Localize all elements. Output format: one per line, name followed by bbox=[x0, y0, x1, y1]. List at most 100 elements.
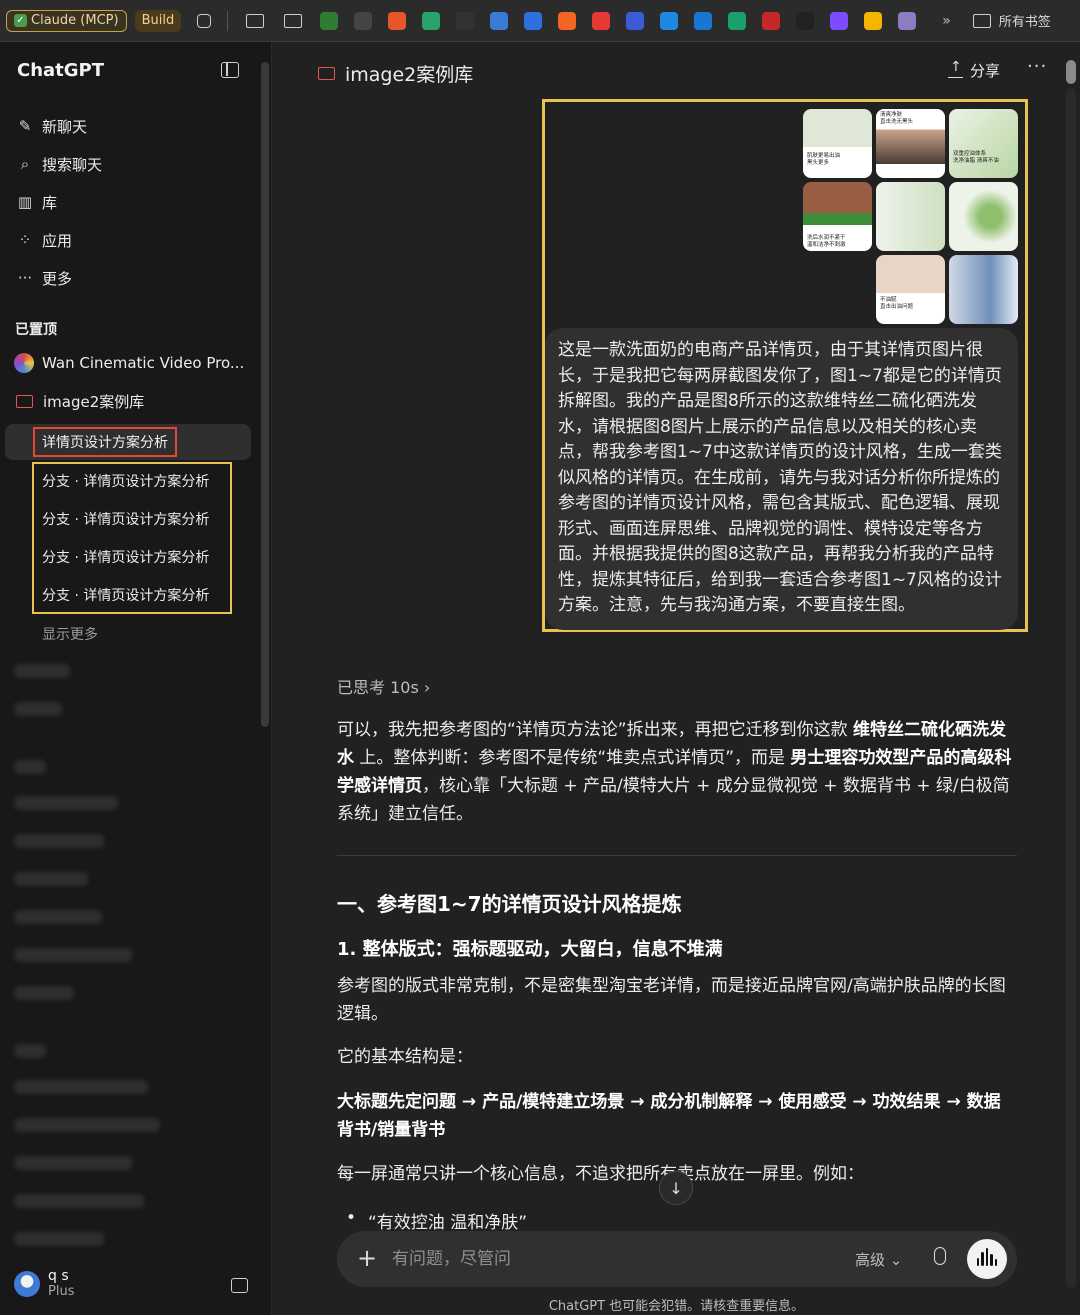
redacted-history-item[interactable] bbox=[14, 872, 88, 886]
collapse-sidebar-icon[interactable] bbox=[221, 62, 239, 78]
bookmark-site-icon[interactable] bbox=[626, 11, 645, 30]
all-bookmarks-button[interactable]: 所有书签 bbox=[972, 11, 1051, 30]
redacted-history-item[interactable] bbox=[14, 796, 118, 810]
paragraph: 参考图的版式非常克制，不是密集型淘宝老详情，而是接近品牌官网/高端护肤品牌的长图… bbox=[337, 976, 1006, 1024]
attached-image[interactable]: 清爽净肤 直击洗无黑头 bbox=[876, 109, 945, 178]
branch-chat-item[interactable]: 分支 · 详情页设计方案分析 bbox=[42, 585, 209, 605]
redacted-history-item[interactable] bbox=[14, 1194, 144, 1208]
redacted-history-item[interactable] bbox=[14, 1080, 148, 1094]
model-selector[interactable]: 高级 ⌄ bbox=[855, 1249, 902, 1270]
redacted-history-item[interactable] bbox=[14, 1232, 104, 1246]
bookmarks-more-button[interactable]: » bbox=[942, 13, 951, 29]
user-plan: Plus bbox=[48, 1284, 75, 1299]
bookmark-site-icon[interactable] bbox=[456, 11, 475, 30]
disclaimer: ChatGPT 也可能会犯错。请核查重要信息。 bbox=[548, 1299, 805, 1314]
bookmark-site-icon[interactable] bbox=[592, 11, 611, 30]
bookmark-site-icon[interactable] bbox=[422, 11, 441, 30]
bookmark-site-icon[interactable] bbox=[660, 11, 679, 30]
bookmark-site-icon[interactable] bbox=[728, 11, 747, 30]
attached-image[interactable] bbox=[949, 255, 1018, 324]
bookmark-site-icon[interactable] bbox=[796, 11, 815, 30]
redacted-history-item[interactable] bbox=[14, 1156, 132, 1170]
bookmark-site-icon[interactable] bbox=[898, 11, 917, 30]
bookmark-site-icon[interactable] bbox=[830, 11, 849, 30]
sidebar-scrollbar[interactable] bbox=[261, 62, 269, 727]
share-button[interactable]: 分享 bbox=[948, 59, 1000, 81]
paragraph: 它的基本结构是： bbox=[337, 1047, 473, 1067]
branch-chat-item[interactable]: 分支 · 详情页设计方案分析 bbox=[42, 547, 209, 567]
thumb-caption: 双重控油体系 洗净油脂 清爽不油 bbox=[953, 151, 999, 164]
bookmarks-bar: ✓ Claude (MCP) Build » 所有书签 bbox=[0, 0, 1080, 42]
bookmark-claude-mcp[interactable]: ✓ Claude (MCP) bbox=[6, 9, 127, 32]
mic-icon[interactable] bbox=[934, 1247, 946, 1265]
thumb-caption: 洗后水润不紧干 温和洁净不刺激 bbox=[807, 235, 846, 248]
show-more-link[interactable]: 显示更多 bbox=[42, 624, 98, 644]
project-title[interactable]: image2案例库 bbox=[318, 60, 473, 87]
bookmark-site-icon[interactable] bbox=[762, 11, 781, 30]
bookmark-site-icon[interactable] bbox=[354, 11, 373, 30]
redacted-history-item[interactable] bbox=[14, 834, 104, 848]
library-button[interactable]: ▥ 库 bbox=[16, 189, 57, 215]
redacted-history-item[interactable] bbox=[14, 986, 74, 1000]
redacted-history-item[interactable] bbox=[14, 1118, 160, 1132]
voice-mode-button[interactable] bbox=[967, 1239, 1007, 1279]
search-chats-button[interactable]: ⌕ 搜索聊天 bbox=[16, 151, 102, 177]
grid-icon[interactable] bbox=[197, 13, 212, 28]
search-icon: ⌕ bbox=[20, 155, 30, 173]
active-chat-label[interactable]: 详情页设计方案分析 bbox=[33, 427, 177, 457]
folder-icon[interactable] bbox=[246, 13, 265, 28]
subsection-heading: 1. 整体版式：强标题驱动，大留白，信息不堆满 bbox=[337, 939, 723, 960]
new-chat-button[interactable]: ✎ 新聊天 bbox=[16, 113, 87, 139]
brand-title[interactable]: ChatGPT bbox=[17, 60, 104, 81]
redacted-history-item[interactable] bbox=[14, 702, 62, 716]
gift-icon[interactable] bbox=[231, 1278, 248, 1293]
pinned-item-image2[interactable]: image2案例库 bbox=[14, 388, 144, 414]
main-content: image2案例库 分享 ··· 肌肤更易出油黑头更多 清爽净肤直击洗无黑头 双… bbox=[273, 42, 1080, 1315]
attached-image[interactable] bbox=[876, 182, 945, 251]
bookmark-site-icon[interactable] bbox=[320, 11, 339, 30]
thought-toggle[interactable]: 已思考 10s › bbox=[337, 674, 430, 698]
pinned-label: image2案例库 bbox=[43, 392, 145, 411]
apps-icon: ⁘ bbox=[18, 231, 32, 249]
branch-chat-item[interactable]: 分支 · 详情页设计方案分析 bbox=[42, 509, 209, 529]
redacted-history-item[interactable] bbox=[14, 664, 70, 678]
folder-icon[interactable] bbox=[284, 13, 303, 28]
bookmark-site-icon[interactable] bbox=[524, 11, 543, 30]
attached-image[interactable]: 洗后水润不紧干 温和洁净不刺激 bbox=[803, 182, 872, 251]
more-options-button[interactable]: ··· bbox=[1027, 56, 1047, 77]
bookmark-site-icon[interactable] bbox=[864, 11, 883, 30]
arrow-down-icon: ↓ bbox=[669, 1178, 683, 1198]
attached-image[interactable]: 肌肤更易出油 黑头更多 bbox=[803, 109, 872, 178]
bookmark-site-icon[interactable] bbox=[558, 11, 577, 30]
bookmark-site-icon[interactable] bbox=[388, 11, 407, 30]
flow-paragraph: 大标题先定问题 → 产品/模特建立场景 → 成分机制解释 → 使用感受 → 功效… bbox=[337, 1092, 1001, 1140]
nav-label: 库 bbox=[42, 193, 58, 212]
composer: + 高级 ⌄ bbox=[337, 1231, 1017, 1287]
pinned-item-wan[interactable]: Wan Cinematic Video Pro... bbox=[14, 350, 244, 376]
apps-button[interactable]: ⁘ 应用 bbox=[16, 227, 72, 253]
thumb-caption: 清爽净肤 直击洗无黑头 bbox=[880, 112, 914, 125]
library-icon: ▥ bbox=[17, 193, 33, 211]
bookmark-build[interactable]: Build bbox=[134, 9, 182, 32]
list-item: “有效控油 温和净肤” bbox=[346, 1208, 528, 1233]
redacted-history-item[interactable] bbox=[14, 948, 132, 962]
gpt-avatar-icon bbox=[14, 353, 34, 373]
attached-image[interactable] bbox=[949, 182, 1018, 251]
main-scrollbar-thumb[interactable] bbox=[1066, 60, 1076, 84]
attached-image[interactable]: 双重控油体系 洗净油脂 清爽不油 bbox=[949, 109, 1018, 178]
thumb-caption: 不油腻 直击出油问题 bbox=[880, 297, 914, 310]
main-scrollbar-track[interactable] bbox=[1066, 88, 1076, 1288]
branch-chat-item[interactable]: 分支 · 详情页设计方案分析 bbox=[42, 471, 209, 491]
attached-image[interactable]: 不油腻 直击出油问题 bbox=[876, 255, 945, 324]
bookmark-site-icon[interactable] bbox=[694, 11, 713, 30]
scroll-down-button[interactable]: ↓ bbox=[659, 1171, 693, 1205]
more-button[interactable]: ··· 更多 bbox=[16, 265, 72, 291]
add-attachment-button[interactable]: + bbox=[357, 1244, 377, 1272]
section-heading: 一、参考图1~7的详情页设计风格提炼 bbox=[337, 892, 682, 916]
list-item-text: “有效控油 温和净肤” bbox=[368, 1213, 528, 1233]
waveform-icon bbox=[976, 1248, 999, 1270]
user-profile[interactable]: q s Plus bbox=[14, 1268, 74, 1299]
message-input[interactable] bbox=[392, 1249, 792, 1269]
bookmark-site-icon[interactable] bbox=[490, 11, 509, 30]
redacted-history-item[interactable] bbox=[14, 910, 102, 924]
